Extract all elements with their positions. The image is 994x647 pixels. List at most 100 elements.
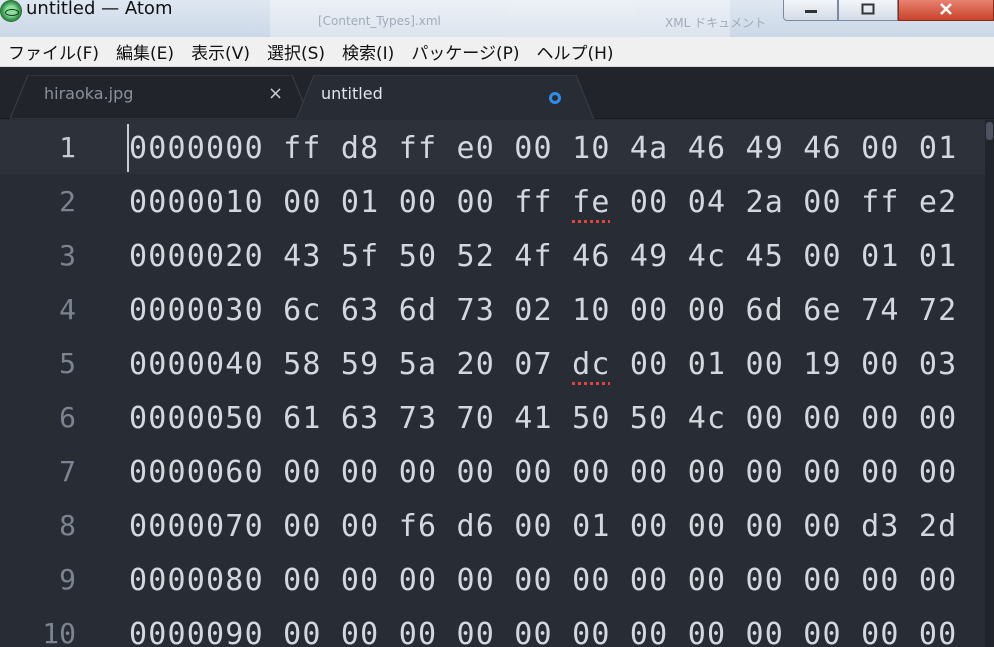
line-text: 0000030 6c 63 6d 73 02 10 00 00 6d 6e 74… [129, 293, 957, 328]
hex-byte: 00 [340, 563, 380, 598]
maximize-button[interactable] [838, 0, 898, 21]
hex-byte: 63 [340, 401, 380, 436]
hex-byte: 00 [340, 509, 380, 544]
editor-line[interactable]: 1 0000000 ff d8 ff e0 00 10 4a 46 49 46 0… [0, 120, 994, 174]
gutter-cell: 3 [0, 228, 128, 282]
minimize-button[interactable] [783, 0, 838, 21]
gutter-cell: 7 [0, 444, 128, 498]
editor-line[interactable]: 9 0000080 00 00 00 00 00 00 00 00 00 00 0… [0, 552, 994, 606]
menu-help[interactable]: ヘルプ(H) [537, 39, 614, 64]
editor-line[interactable]: 2 0000010 00 01 00 00 ff fe 00 04 2a 00 f… [0, 174, 994, 228]
menu-selection[interactable]: 選択(S) [267, 39, 325, 64]
hex-byte: 46 [572, 239, 611, 274]
editor-line[interactable]: 6 0000050 61 63 73 70 41 50 50 4c 00 00 0… [0, 390, 994, 444]
hex-byte: 73 [456, 293, 496, 328]
hex-byte: 00 [456, 185, 496, 220]
tab-label: hiraoka.jpg [44, 84, 134, 103]
hex-byte: 01 [687, 347, 727, 382]
hex-byte: 00 [283, 185, 322, 220]
hex-byte: 50 [629, 401, 669, 436]
hex-byte: 00 [456, 455, 496, 490]
hex-byte: 00 [918, 563, 958, 598]
hex-byte: 00 [745, 401, 785, 436]
gutter-cell: 5 [0, 336, 128, 390]
hex-offset: 0000000 [129, 131, 264, 166]
hex-byte: 6c [283, 293, 322, 328]
hex-byte: 4c [687, 401, 727, 436]
line-text: 0000060 00 00 00 00 00 00 00 00 00 00 00… [129, 455, 957, 490]
menu-file[interactable]: ファイル(F) [8, 39, 99, 64]
ghost-filetype: XML ドキュメント [665, 16, 767, 30]
hex-byte: 00 [745, 563, 785, 598]
hex-byte: 20 [456, 347, 496, 382]
editor-line[interactable]: 10 0000090 00 00 00 00 00 00 00 00 00 00 … [0, 606, 994, 647]
menu-packages[interactable]: パッケージ(P) [411, 39, 519, 64]
tab-untitled[interactable]: untitled [296, 75, 594, 119]
line-text: 0000040 58 59 5a 20 07 dc 00 01 00 19 00… [129, 347, 957, 382]
hex-byte: 00 [572, 563, 611, 598]
hex-byte: e2 [918, 185, 958, 220]
editor-line[interactable]: 8 0000070 00 00 f6 d6 00 01 00 00 00 00 d… [0, 498, 994, 552]
line-text: 0000050 61 63 73 70 41 50 50 4c 00 00 00… [129, 401, 957, 436]
hex-byte: 00 [861, 617, 900, 647]
hex-byte: 10 [572, 293, 611, 328]
vertical-scrollbar[interactable] [985, 120, 994, 647]
hex-offset: 0000060 [129, 455, 264, 490]
hex-byte: 00 [629, 347, 669, 382]
hex-byte: 4c [687, 239, 727, 274]
hex-byte: 49 [629, 239, 669, 274]
line-number: 8 [59, 509, 76, 542]
line-number: 1 [59, 131, 76, 164]
editor-line[interactable]: 5 0000040 58 59 5a 20 07 dc 00 01 00 19 0… [0, 336, 994, 390]
line-number: 7 [59, 455, 76, 488]
hex-byte: 00 [629, 563, 669, 598]
hex-byte: 50 [572, 401, 611, 436]
hex-byte: e0 [456, 131, 496, 166]
hex-byte: 00 [803, 239, 842, 274]
hex-byte: 00 [283, 617, 322, 647]
editor-line[interactable]: 3 0000020 43 5f 50 52 4f 46 49 4c 45 00 0… [0, 228, 994, 282]
hex-byte: d6 [456, 509, 496, 544]
tab-close-icon[interactable]: × [268, 83, 283, 104]
menu-edit[interactable]: 編集(E) [116, 39, 174, 64]
hex-byte: 00 [687, 563, 727, 598]
hex-byte: 58 [283, 347, 322, 382]
hex-byte: 00 [629, 509, 669, 544]
hex-byte: ff [283, 131, 322, 166]
hex-byte: 00 [398, 617, 438, 647]
atom-app-icon[interactable] [0, 0, 22, 22]
editor-line[interactable]: 7 0000060 00 00 00 00 00 00 00 00 00 00 0… [0, 444, 994, 498]
close-window-button[interactable] [898, 0, 994, 21]
gutter-cell: 1 [0, 120, 128, 174]
hex-byte: f6 [398, 509, 438, 544]
tab-bar: hiraoka.jpg × untitled [0, 67, 994, 119]
maximize-icon [861, 3, 875, 14]
menu-view[interactable]: 表示(V) [191, 39, 250, 64]
hex-byte: 04 [687, 185, 727, 220]
hex-byte: 00 [745, 509, 785, 544]
hex-byte: 00 [514, 131, 553, 166]
scrollbar-thumb[interactable] [986, 122, 993, 140]
hex-byte: 01 [861, 239, 900, 274]
tab-hiraoka-jpg[interactable]: hiraoka.jpg × [10, 75, 310, 119]
gutter-cell: 2 [0, 174, 128, 228]
hex-byte: 00 [861, 563, 900, 598]
hex-byte: dc [572, 347, 611, 382]
hex-byte: 73 [398, 401, 438, 436]
hex-byte: 00 [340, 455, 380, 490]
hex-byte: 00 [687, 293, 727, 328]
hex-byte: 00 [745, 347, 785, 382]
modified-indicator-icon[interactable] [549, 92, 561, 104]
hex-byte: 00 [572, 455, 611, 490]
hex-byte: 00 [861, 347, 900, 382]
editor-pane[interactable]: 1 0000000 ff d8 ff e0 00 10 4a 46 49 46 0… [0, 120, 994, 647]
editor-line[interactable]: 4 0000030 6c 63 6d 73 02 10 00 00 6d 6e 7… [0, 282, 994, 336]
line-text: 0000070 00 00 f6 d6 00 01 00 00 00 00 d3… [129, 509, 957, 544]
hex-byte: 70 [456, 401, 496, 436]
line-text: 0000090 00 00 00 00 00 00 00 00 00 00 00… [129, 617, 957, 647]
menu-find[interactable]: 検索(I) [342, 39, 394, 64]
hex-byte: 46 [803, 131, 842, 166]
menu-bar: ファイル(F) 編集(E) 表示(V) 選択(S) 検索(I) パッケージ(P)… [0, 37, 994, 67]
gutter-cell: 4 [0, 282, 128, 336]
hex-byte: 00 [629, 185, 669, 220]
